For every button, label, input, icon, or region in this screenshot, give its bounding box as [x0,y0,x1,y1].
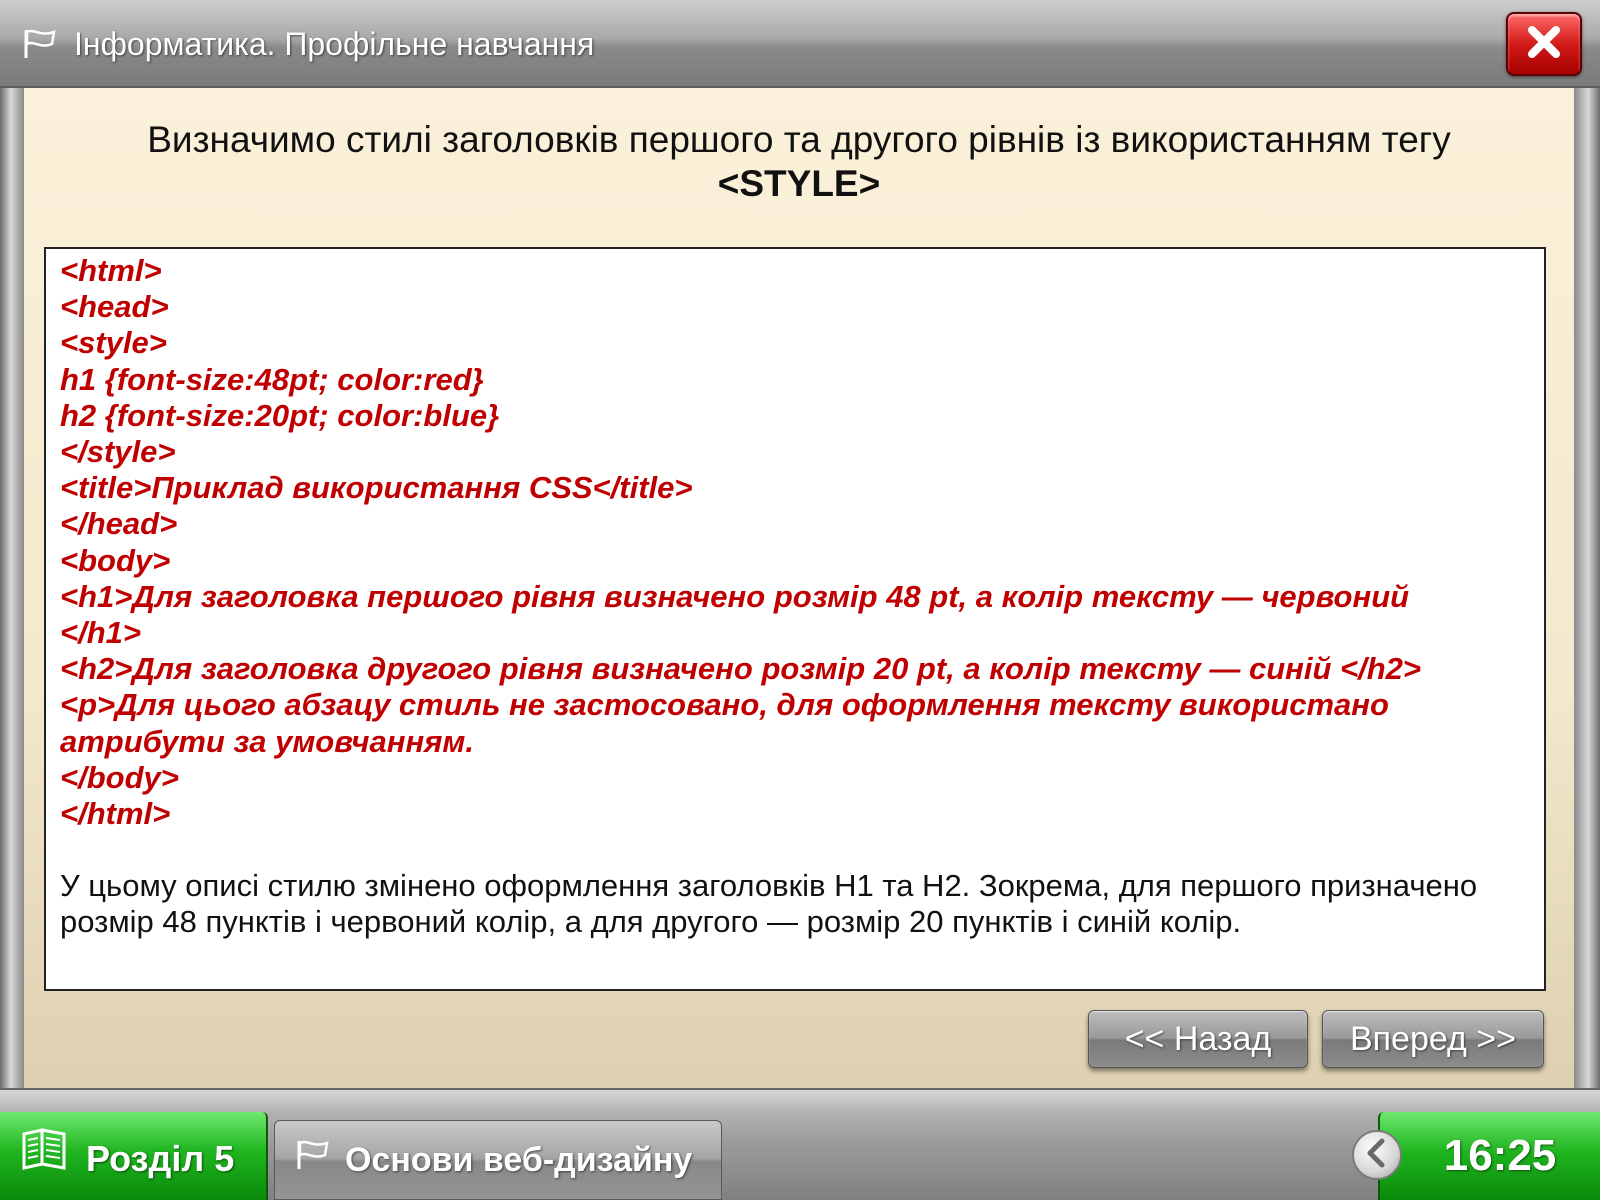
frame-right [1574,88,1600,1090]
code-line: <p>Для цього абзацу стиль не застосовано… [60,687,1389,723]
topic-label: Основи веб-дизайну [345,1141,693,1179]
close-icon [1524,22,1564,67]
code-line: </h1> [60,615,141,651]
code-line: <body> [60,542,171,578]
code-line: <title>Приклад використання CSS</title> [60,470,693,506]
explanation-text: У цьому описі стилю змінено оформлення з… [60,868,1478,940]
back-button[interactable]: << Назад [1088,1010,1308,1068]
slide-content: Визначимо стилі заголовків першого та др… [24,88,1574,1088]
code-listing: <html> <head> <style> h1 {font-size:48pt… [60,253,1530,832]
code-line: </head> [60,506,178,542]
flag-icon [295,1139,331,1171]
frame-left [0,88,24,1090]
topic-button[interactable]: Основи веб-дизайну [274,1120,722,1200]
code-line: </html> [60,796,171,832]
collapse-button[interactable] [1352,1130,1402,1180]
clock: 16:25 [1378,1112,1600,1200]
heading-text: Визначимо стилі заголовків першого та др… [147,119,1451,160]
window-title: Інформатика. Профільне навчання [74,26,595,62]
code-line: <h1>Для заголовка першого рівня визначен… [60,578,1410,614]
flag-icon [22,28,58,60]
code-line: h1 {font-size:48pt; color:red} [60,361,484,397]
code-line: <head> [60,289,169,325]
code-line: </body> [60,759,179,795]
slide-heading: Визначимо стилі заголовків першого та др… [24,118,1574,206]
close-button[interactable] [1506,12,1582,76]
book-icon [20,1128,72,1172]
code-line: h2 {font-size:20pt; color:blue} [60,397,500,433]
code-line: <html> [60,253,162,288]
section-label: Розділ 5 [86,1138,235,1179]
forward-button[interactable]: Вперед >> [1322,1010,1544,1068]
title-bar: Інформатика. Профільне навчання [0,0,1600,88]
code-line: <style> [60,325,167,361]
chevron-left-icon [1364,1138,1390,1173]
code-line: </style> [60,434,176,470]
section-button[interactable]: Розділ 5 [0,1112,268,1200]
heading-tag: <STYLE> [717,163,881,204]
code-line: атрибути за умовчанням. [60,723,474,759]
code-example-box: <html> <head> <style> h1 {font-size:48pt… [44,247,1546,991]
app-window: Інформатика. Профільне навчання Визначим… [0,0,1600,1200]
code-line: <h2>Для заголовка другого рівня визначен… [60,651,1422,687]
